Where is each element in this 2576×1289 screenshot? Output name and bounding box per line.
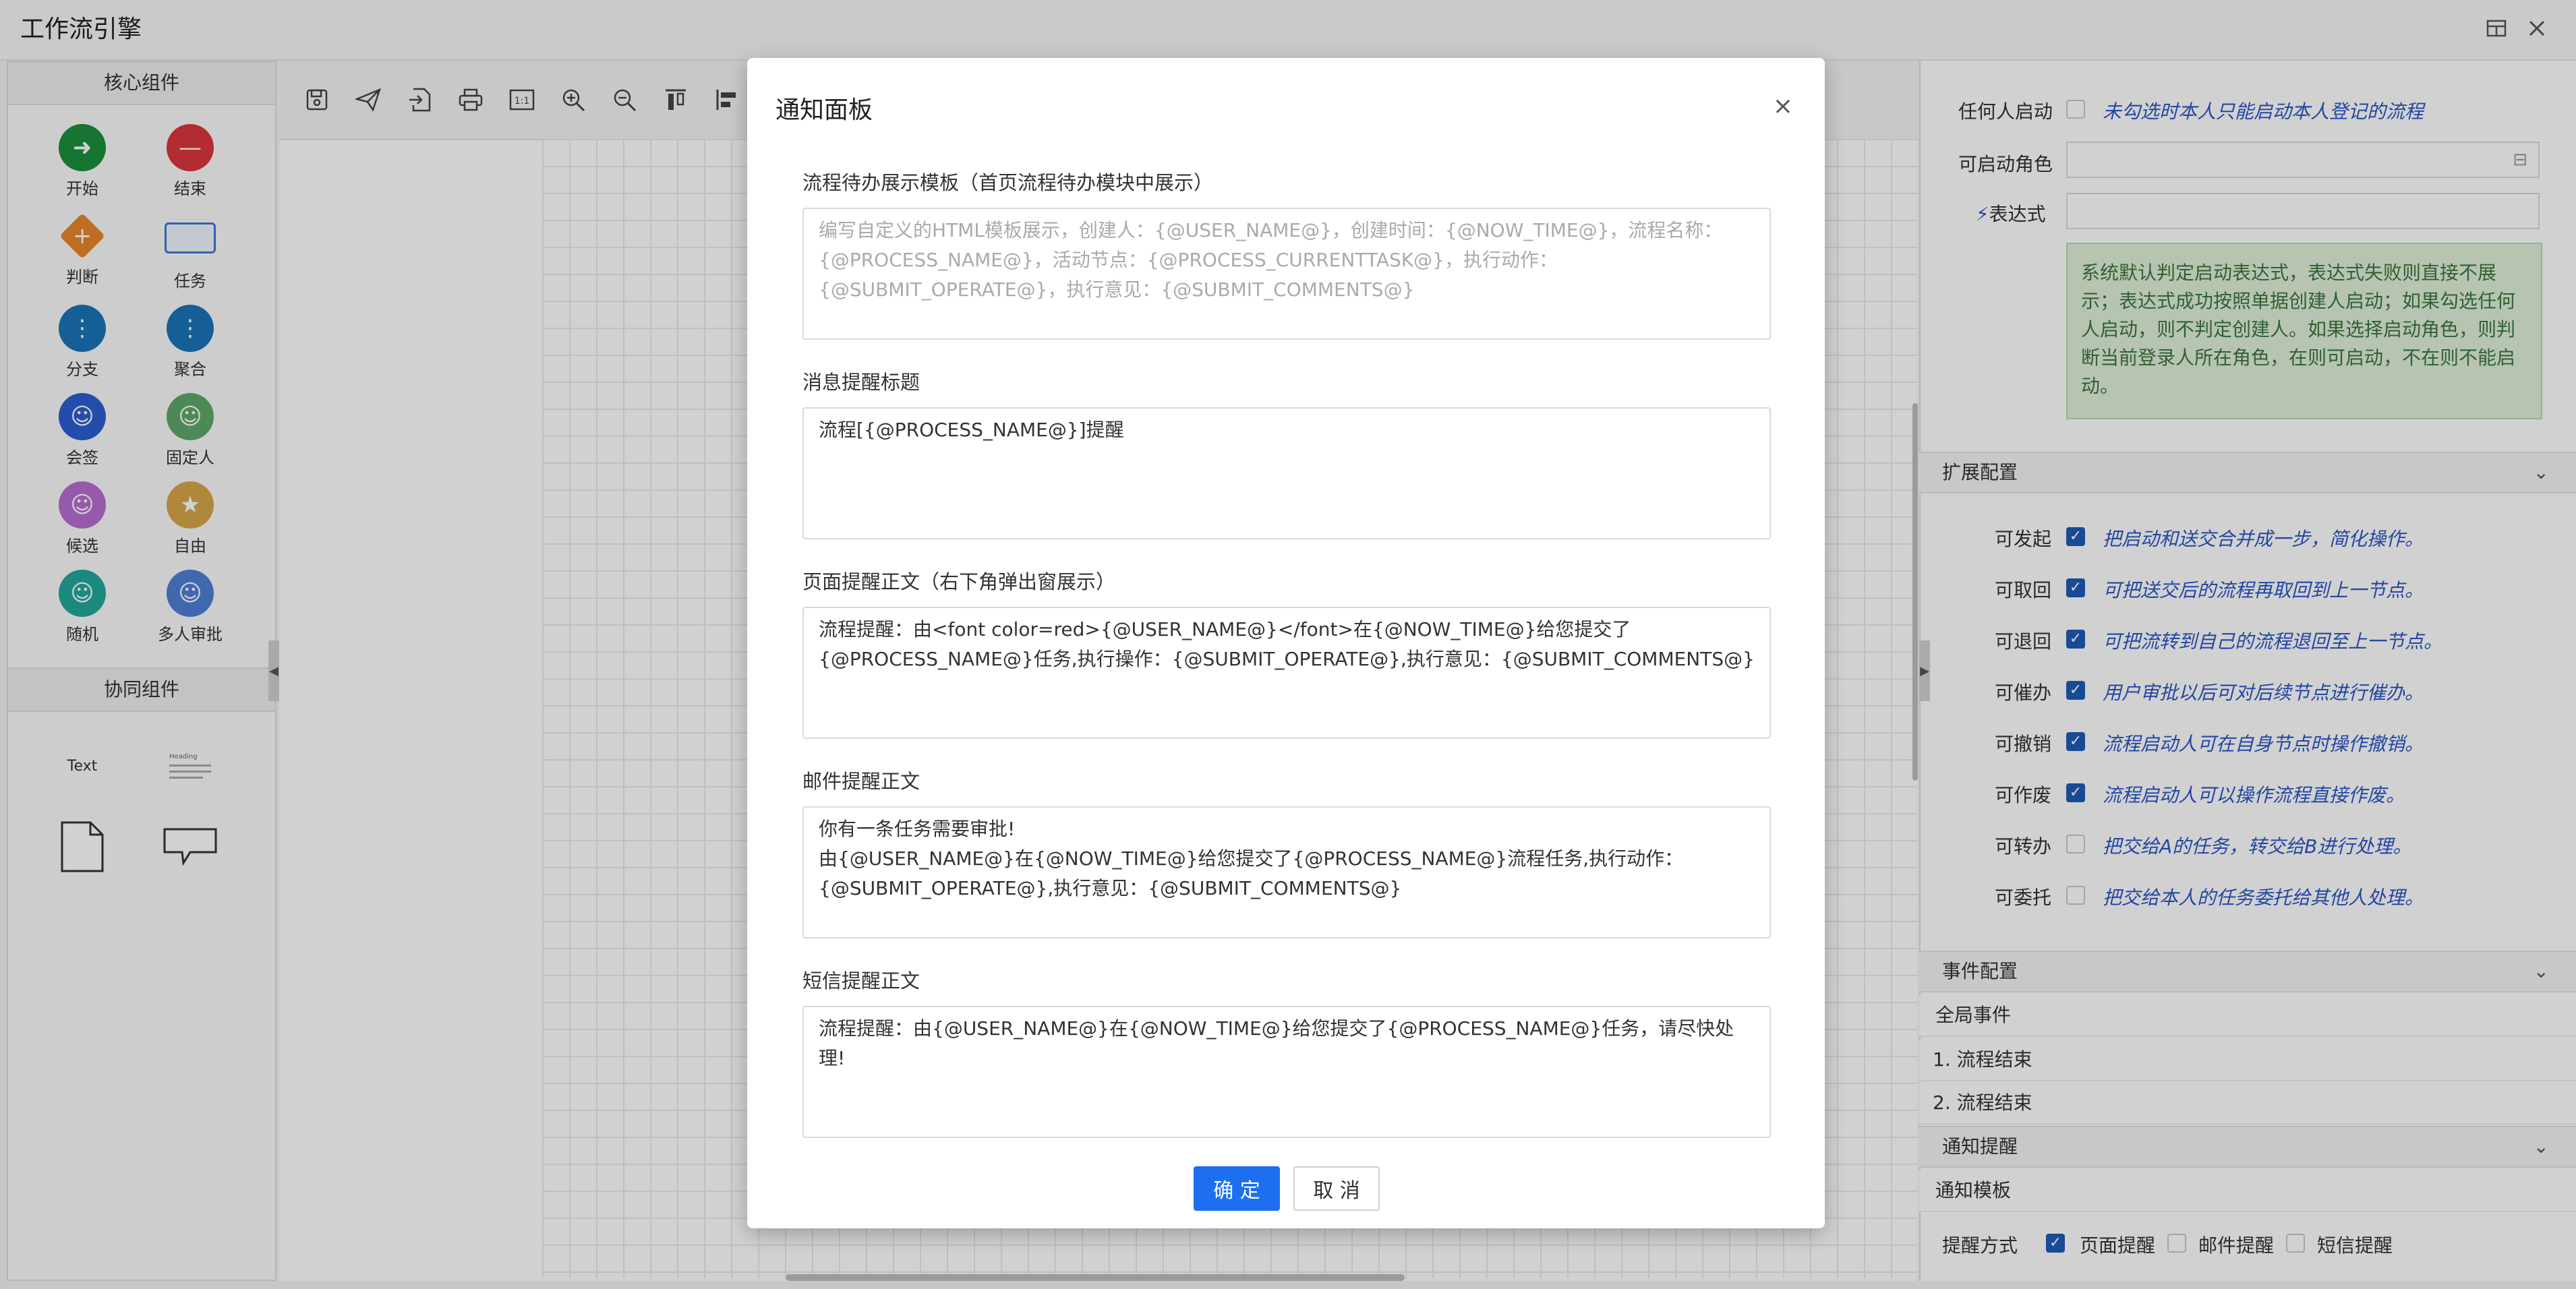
cancel-button[interactable]: 取 消 <box>1293 1166 1380 1211</box>
message-title-label: 消息提醒标题 <box>802 371 920 394</box>
sms-remind-body-label: 短信提醒正文 <box>802 969 920 992</box>
page-remind-body-input[interactable]: 流程提醒：由<font color=red>{@USER_NAME@}</fon… <box>802 607 1771 739</box>
mail-remind-body-input[interactable]: 你有一条任务需要审批! 由{@USER_NAME@}在{@NOW_TIME@}给… <box>802 806 1771 938</box>
confirm-button[interactable]: 确 定 <box>1194 1166 1280 1211</box>
mail-remind-body-label: 邮件提醒正文 <box>802 770 920 793</box>
todo-template-label: 流程待办展示模板（首页流程待办模块中展示） <box>802 171 1214 194</box>
modal-title: 通知面板 <box>775 96 873 124</box>
notify-modal: 通知面板 × 流程待办展示模板（首页流程待办模块中展示） 编写自定义的HTML模… <box>747 58 1825 1228</box>
close-icon[interactable]: × <box>1769 93 1796 120</box>
message-title-input[interactable]: 流程[{@PROCESS_NAME@}]提醒 <box>802 407 1771 539</box>
sms-remind-body-input[interactable]: 流程提醒：由{@USER_NAME@}在{@NOW_TIME@}给您提交了{@P… <box>802 1006 1771 1138</box>
todo-template-input[interactable]: 编写自定义的HTML模板展示，创建人：{@USER_NAME@}，创建时间：{@… <box>802 208 1771 340</box>
page-remind-body-label: 页面提醒正文（右下角弹出窗展示） <box>802 570 1116 593</box>
